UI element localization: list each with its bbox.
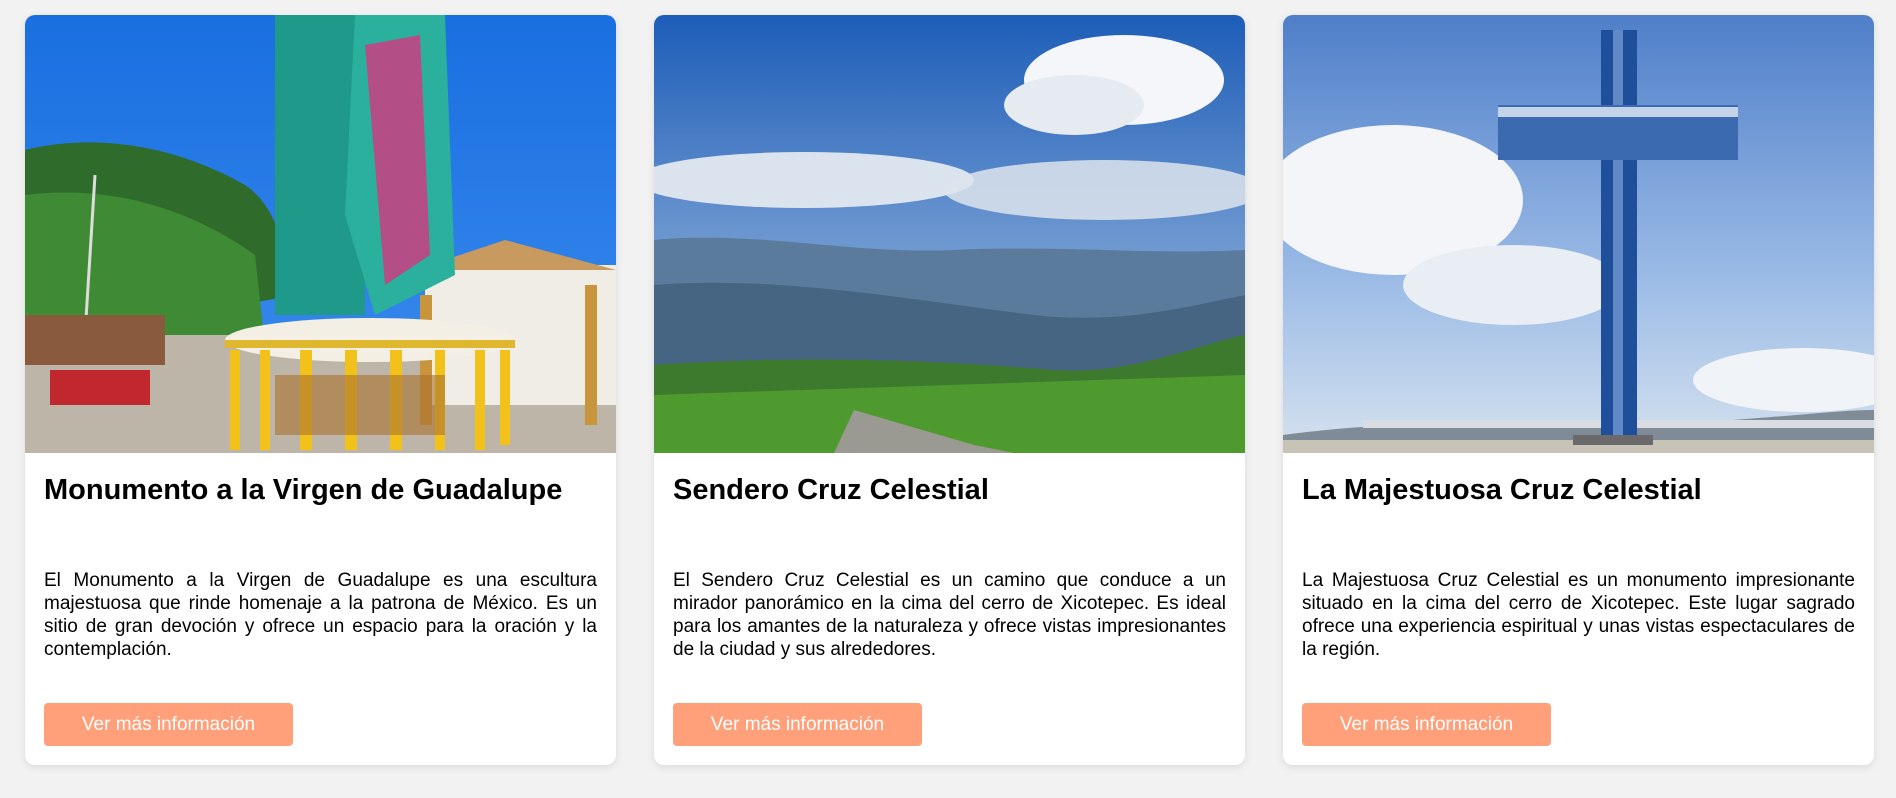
card-title: La Majestuosa Cruz Celestial bbox=[1302, 474, 1702, 506]
more-info-button[interactable]: Ver más información bbox=[44, 703, 293, 746]
attraction-card: La Majestuosa Cruz Celestial La Majestuo… bbox=[1283, 15, 1874, 765]
card-description: La Majestuosa Cruz Celestial es un monum… bbox=[1302, 570, 1855, 660]
more-info-button[interactable]: Ver más información bbox=[1302, 703, 1551, 746]
attraction-card: Monumento a la Virgen de Guadalupe El Mo… bbox=[25, 15, 616, 765]
virgin-statue-image bbox=[25, 15, 616, 453]
card-title: Sendero Cruz Celestial bbox=[673, 474, 989, 506]
card-title: Monumento a la Virgen de Guadalupe bbox=[44, 474, 563, 506]
attraction-card: Sendero Cruz Celestial El Sendero Cruz C… bbox=[654, 15, 1245, 765]
more-info-button[interactable]: Ver más información bbox=[673, 703, 922, 746]
card-grid: Monumento a la Virgen de Guadalupe El Mo… bbox=[0, 0, 1896, 798]
cross-monument-image bbox=[1283, 15, 1874, 453]
card-description: El Monumento a la Virgen de Guadalupe es… bbox=[44, 570, 597, 660]
mountain-landscape-image bbox=[654, 15, 1245, 453]
card-description: El Sendero Cruz Celestial es un camino q… bbox=[673, 570, 1226, 660]
